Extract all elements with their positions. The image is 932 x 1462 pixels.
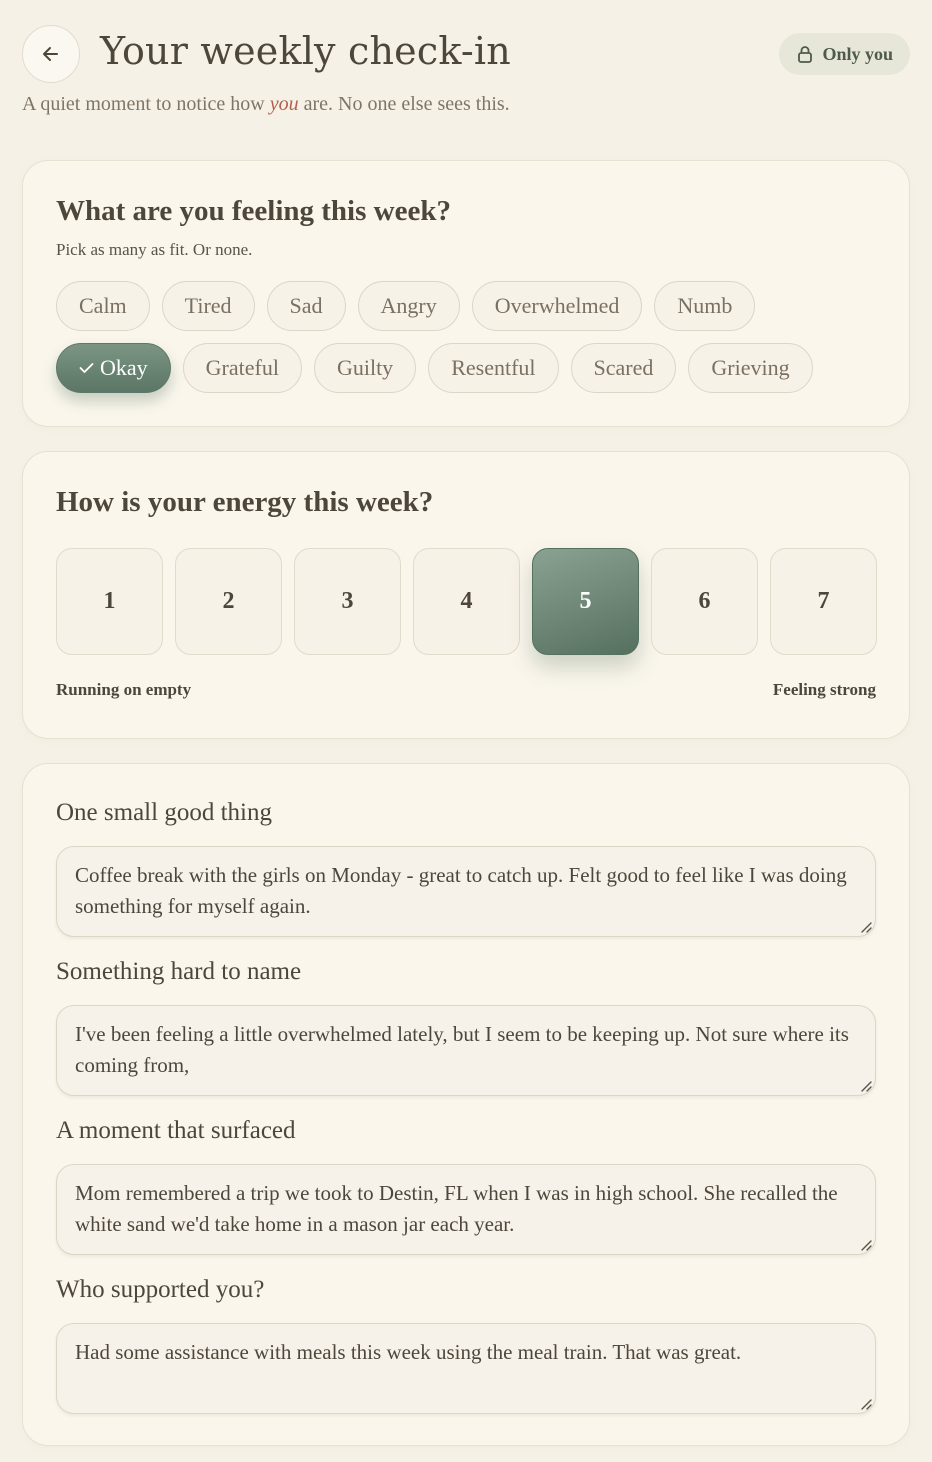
reflection-label-good-thing: One small good thing: [56, 799, 272, 826]
privacy-label: Only you: [822, 43, 893, 64]
feeling-chip-okay[interactable]: Okay: [56, 343, 171, 393]
feeling-chip-guilty[interactable]: Guilty: [313, 343, 417, 393]
feeling-chip-resentful[interactable]: Resentful: [428, 343, 559, 393]
chip-label: Grieving: [711, 355, 790, 380]
feeling-chip-scared[interactable]: Scared: [570, 343, 677, 393]
feeling-chip-grateful[interactable]: Grateful: [182, 343, 302, 393]
energy-title: How is your energy this week?: [56, 486, 434, 518]
feeling-chip-grieving[interactable]: Grieving: [688, 343, 813, 393]
energy-option-1[interactable]: 1: [56, 548, 163, 655]
back-button[interactable]: [22, 25, 80, 83]
feeling-chip-overwhelmed[interactable]: Overwhelmed: [471, 281, 643, 331]
chip-label: Overwhelmed: [494, 293, 620, 318]
subtitle-text-start: A quiet moment to notice how: [22, 93, 270, 115]
energy-option-5[interactable]: 5: [532, 548, 639, 655]
energy-scale: 1 2 3 4 5 6 7: [56, 548, 877, 655]
resize-grip-icon[interactable]: [858, 919, 872, 933]
page-title: Your weekly check-in: [100, 29, 511, 73]
reflection-value: Coffee break with the girls on Monday - …: [75, 863, 847, 918]
energy-option-6[interactable]: 6: [651, 548, 758, 655]
arrow-left-icon: [43, 47, 58, 61]
chip-label: Guilty: [336, 355, 394, 380]
reflection-value: Had some assistance with meals this week…: [75, 1340, 742, 1364]
reflection-value: Mom remembered a trip we took to Destin,…: [75, 1181, 838, 1236]
chip-label: Grateful: [205, 355, 279, 380]
resize-grip-icon[interactable]: [858, 1237, 872, 1251]
reflection-input-hard-to-name[interactable]: I've been feeling a little overwhelmed l…: [56, 1005, 876, 1096]
resize-grip-icon[interactable]: [858, 1078, 872, 1092]
resize-grip-icon[interactable]: [858, 1396, 872, 1410]
chip-label: Resentful: [451, 355, 536, 380]
lock-icon: [798, 46, 813, 63]
energy-card: How is your energy this week? 1 2 3 4 5 …: [22, 451, 910, 739]
page-header: Your weekly check-in Only you: [22, 25, 910, 85]
feeling-chip-calm[interactable]: Calm: [56, 281, 150, 331]
reflection-input-good-thing[interactable]: Coffee break with the girls on Monday - …: [56, 846, 876, 937]
reflection-label-moment: A moment that surfaced: [56, 1117, 296, 1144]
subtitle-emphasis: you: [269, 93, 299, 115]
reflection-input-moment[interactable]: Mom remembered a trip we took to Destin,…: [56, 1164, 876, 1255]
energy-option-7[interactable]: 7: [770, 548, 877, 655]
feelings-subtitle: Pick as many as fit. Or none.: [56, 240, 253, 259]
feelings-row-1: Calm Tired Sad Angry Overwhelmed Numb: [56, 281, 756, 331]
feelings-row-2: Okay Grateful Guilty Resentful Scared Gr…: [56, 343, 813, 393]
chip-label: Sad: [289, 293, 323, 318]
privacy-badge: Only you: [779, 33, 910, 75]
chip-label: Calm: [79, 293, 127, 318]
reflection-label-support: Who supported you?: [56, 1276, 265, 1303]
page-subtitle: A quiet moment to notice how you are. No…: [22, 93, 510, 116]
reflection-value: I've been feeling a little overwhelmed l…: [75, 1022, 849, 1077]
energy-option-3[interactable]: 3: [294, 548, 401, 655]
feeling-chip-tired[interactable]: Tired: [161, 281, 255, 331]
energy-high-label: Feeling strong: [772, 680, 876, 699]
energy-low-label: Running on empty: [56, 680, 192, 699]
reflection-label-hard-to-name: Something hard to name: [56, 958, 302, 985]
chip-label: Angry: [380, 293, 437, 318]
chip-label: Numb: [677, 293, 733, 318]
energy-option-4[interactable]: 4: [413, 548, 520, 655]
reflections-card: One small good thing Coffee break with t…: [22, 763, 910, 1446]
chip-label: Scared: [593, 355, 654, 380]
subtitle-text-end: are. No one else sees this.: [298, 93, 510, 115]
chip-label: Okay: [100, 355, 148, 380]
feeling-chip-numb[interactable]: Numb: [654, 281, 756, 331]
chip-label: Tired: [184, 293, 232, 318]
feelings-title: What are you feeling this week?: [56, 195, 451, 227]
energy-option-2[interactable]: 2: [175, 548, 282, 655]
feelings-card: What are you feeling this week? Pick as …: [22, 160, 910, 427]
check-icon: [79, 363, 94, 373]
feeling-chip-angry[interactable]: Angry: [357, 281, 460, 331]
feeling-chip-sad[interactable]: Sad: [266, 281, 346, 331]
reflection-input-support[interactable]: Had some assistance with meals this week…: [56, 1323, 876, 1414]
